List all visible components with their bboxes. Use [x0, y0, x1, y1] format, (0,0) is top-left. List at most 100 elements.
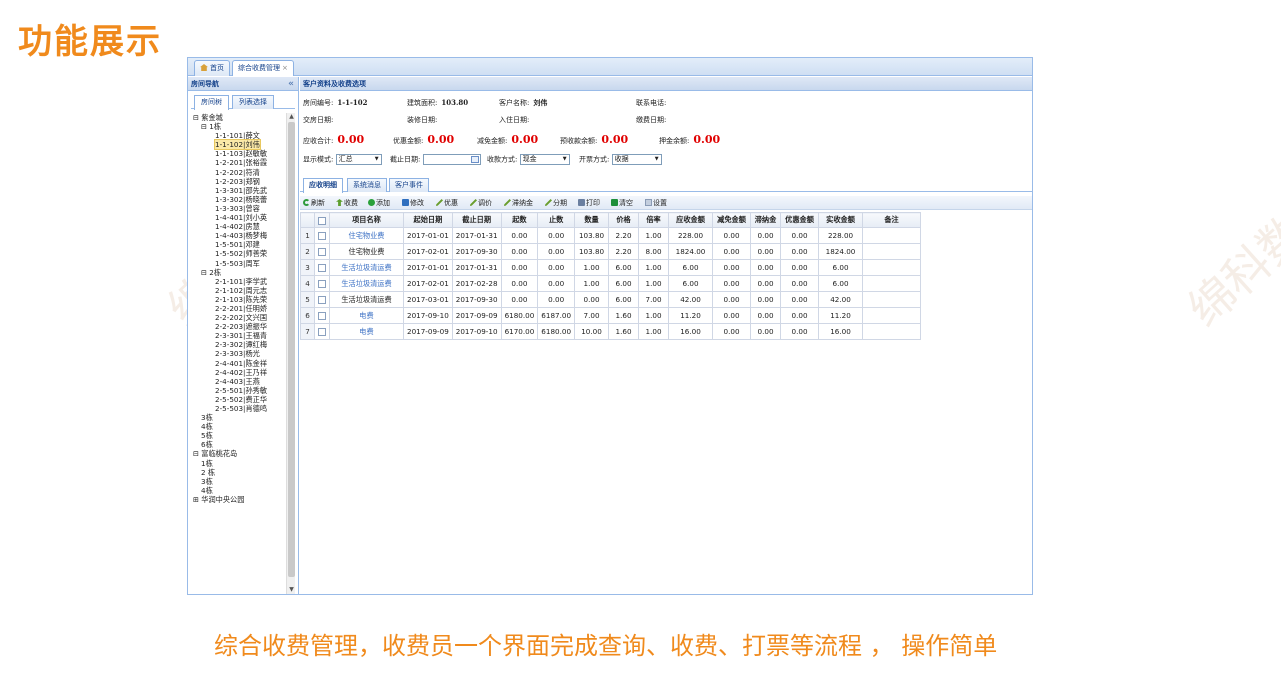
tree-node[interactable]: 2-5-503|肖德鸣: [191, 404, 286, 413]
tab-system-messages[interactable]: 系统消息: [347, 178, 387, 192]
scroll-up-icon[interactable]: ▲: [287, 113, 296, 122]
tree-node[interactable]: ⊞ 华润中央公园: [191, 495, 286, 504]
tab-receivable-detail[interactable]: 应收明细: [303, 178, 343, 193]
table-row[interactable]: 2 住宅物业费 2017-02-01 2017-09-30 0.00 0.00 103.80…: [300, 243, 922, 260]
tree-node[interactable]: 2-2-202|文兴国: [191, 313, 286, 322]
tree-node[interactable]: 2-1-103|陈先荣: [191, 295, 286, 304]
row-checkbox[interactable]: [318, 328, 326, 336]
tree-node[interactable]: 2-1-102|周元志: [191, 286, 286, 295]
cell-name[interactable]: 生活垃圾清运费: [329, 275, 404, 292]
tree-node[interactable]: 1-4-401|刘小英: [191, 213, 286, 222]
row-checkbox[interactable]: [318, 312, 326, 320]
tree-node[interactable]: 2-3-303|杨光: [191, 349, 286, 358]
tree-node[interactable]: 1-3-302|杨晓蕾: [191, 195, 286, 204]
tree-node[interactable]: 5栋: [191, 431, 286, 440]
select-all-checkbox[interactable]: [318, 216, 326, 225]
charge-button[interactable]: 收费: [336, 197, 358, 209]
table-row[interactable]: 6 电费 2017-09-10 2017-09-09 6180.00 6187.00 7.0…: [300, 307, 922, 324]
table-row[interactable]: 3 生活垃圾清运费 2017-01-01 2017-01-31 0.00 0.00 1.00…: [300, 259, 922, 276]
tree-node[interactable]: 1-1-101|薛文: [191, 131, 286, 140]
cell-name[interactable]: 生活垃圾清运费: [329, 259, 404, 276]
row-checkbox-cell[interactable]: [314, 291, 330, 308]
table-row[interactable]: 4 生活垃圾清运费 2017-02-01 2017-02-28 0.00 0.00 1.00…: [300, 275, 922, 292]
tree-node[interactable]: 1-3-303|曾容: [191, 204, 286, 213]
tree-node[interactable]: 1-2-202|符清: [191, 168, 286, 177]
add-button[interactable]: 添加: [368, 197, 390, 209]
tree-node[interactable]: 2-5-501|孙秀敏: [191, 386, 286, 395]
row-checkbox-cell[interactable]: [314, 259, 330, 276]
tree-node[interactable]: 1-1-103|赵敏敏: [191, 149, 286, 158]
tree-node[interactable]: 3栋: [191, 413, 286, 422]
tree-node[interactable]: 1-5-503|周军: [191, 259, 286, 268]
row-checkbox[interactable]: [318, 248, 326, 256]
tree-node[interactable]: 1-4-403|杨梦梅: [191, 231, 286, 240]
scroll-down-icon[interactable]: ▼: [287, 586, 296, 594]
tree-node[interactable]: 1-3-301|邵先武: [191, 186, 286, 195]
row-checkbox[interactable]: [318, 264, 326, 272]
tab-list-select[interactable]: 列表选择: [232, 95, 274, 109]
installment-button[interactable]: 分期: [545, 197, 567, 209]
tree-node[interactable]: ⊟ 富临桃花岛: [191, 449, 286, 458]
tree-node[interactable]: ⊟ 1栋: [191, 122, 286, 131]
discount-button[interactable]: 优惠: [436, 197, 458, 209]
tree-node[interactable]: 1-1-102|刘伟: [191, 139, 286, 151]
tree-node[interactable]: 1-5-502|师善荣: [191, 249, 286, 258]
tree-node[interactable]: 2-4-403|王燕: [191, 377, 286, 386]
tree-node[interactable]: 4栋: [191, 486, 286, 495]
cell-name[interactable]: 电费: [329, 323, 404, 340]
tree-node[interactable]: 2-5-502|费正华: [191, 395, 286, 404]
collapse-icon[interactable]: «: [288, 77, 294, 91]
table-row[interactable]: 7 电费 2017-09-09 2017-09-10 6170.00 6180.00 10.…: [300, 323, 922, 340]
tree-node[interactable]: 3栋: [191, 477, 286, 486]
end-date-input[interactable]: [422, 154, 481, 165]
row-checkbox-cell[interactable]: [314, 323, 330, 340]
invoice-select[interactable]: 收据 ▼: [611, 154, 662, 165]
tree-node[interactable]: 2-1-101|李学武: [191, 277, 286, 286]
row-checkbox[interactable]: [318, 232, 326, 240]
tree-node[interactable]: 1栋: [191, 459, 286, 468]
tree-node[interactable]: 2-2-201|任明娇: [191, 304, 286, 313]
pay-method-select[interactable]: 现金 ▼: [519, 154, 570, 165]
column-header[interactable]: [314, 212, 330, 228]
table-row[interactable]: 5 生活垃圾清运费 2017-03-01 2017-09-30 0.00 0.00 0.00…: [300, 291, 922, 308]
tree-node[interactable]: 2-3-301|王福青: [191, 331, 286, 340]
close-icon[interactable]: ×: [282, 64, 288, 72]
table-row[interactable]: 1 住宅物业费 2017-01-01 2017-01-31 0.00 0.00 103.80…: [300, 227, 922, 244]
tab-home[interactable]: 首页: [194, 60, 230, 76]
row-checkbox-cell[interactable]: [314, 307, 330, 324]
scroll-thumb[interactable]: [288, 122, 295, 577]
settings-button[interactable]: 设置: [645, 197, 667, 209]
row-checkbox-cell[interactable]: [314, 275, 330, 292]
tree-node[interactable]: ⊟ 紫金城: [191, 113, 286, 122]
tab-room-tree[interactable]: 房间树: [194, 95, 229, 110]
refresh-button[interactable]: 刷新: [303, 197, 325, 209]
tree-node[interactable]: 1-2-201|张裕霞: [191, 158, 286, 167]
adjust-price-button[interactable]: 调价: [470, 197, 492, 209]
clear-button[interactable]: 清空: [611, 197, 633, 209]
late-fee-button[interactable]: 滞纳金: [504, 197, 533, 209]
tree-node[interactable]: ⊟ 2栋: [191, 268, 286, 277]
tree-node[interactable]: 2-3-302|谭红梅: [191, 340, 286, 349]
row-checkbox[interactable]: [318, 280, 326, 288]
edit-button[interactable]: 修改: [402, 197, 424, 209]
tree-node[interactable]: 4栋: [191, 422, 286, 431]
tree-node[interactable]: 6栋: [191, 440, 286, 449]
row-checkbox-cell[interactable]: [314, 227, 330, 244]
tree-node[interactable]: 1-5-501|邓建: [191, 240, 286, 249]
print-button[interactable]: 打印: [578, 197, 600, 209]
tree-node[interactable]: 1-4-402|房慧: [191, 222, 286, 231]
tree-node[interactable]: 2-2-203|遮振华: [191, 322, 286, 331]
cell-name[interactable]: 住宅物业费: [329, 227, 404, 244]
tab-customer-events[interactable]: 客户事件: [389, 178, 429, 192]
tree-scrollbar[interactable]: ▲ ▼: [286, 113, 296, 594]
tree-node[interactable]: 1-2-203|郑钢: [191, 177, 286, 186]
calendar-icon[interactable]: [470, 156, 479, 163]
tree-node[interactable]: 2-4-401|陈金祥: [191, 359, 286, 368]
row-checkbox[interactable]: [318, 296, 326, 304]
mode-select[interactable]: 汇总 ▼: [335, 154, 382, 165]
cell-name[interactable]: 电费: [329, 307, 404, 324]
tab-billing[interactable]: 综合收费管理 ×: [232, 60, 294, 76]
tree-node[interactable]: 2 栋: [191, 468, 286, 477]
row-checkbox-cell[interactable]: [314, 243, 330, 260]
tree-node[interactable]: 2-4-402|王乃祥: [191, 368, 286, 377]
